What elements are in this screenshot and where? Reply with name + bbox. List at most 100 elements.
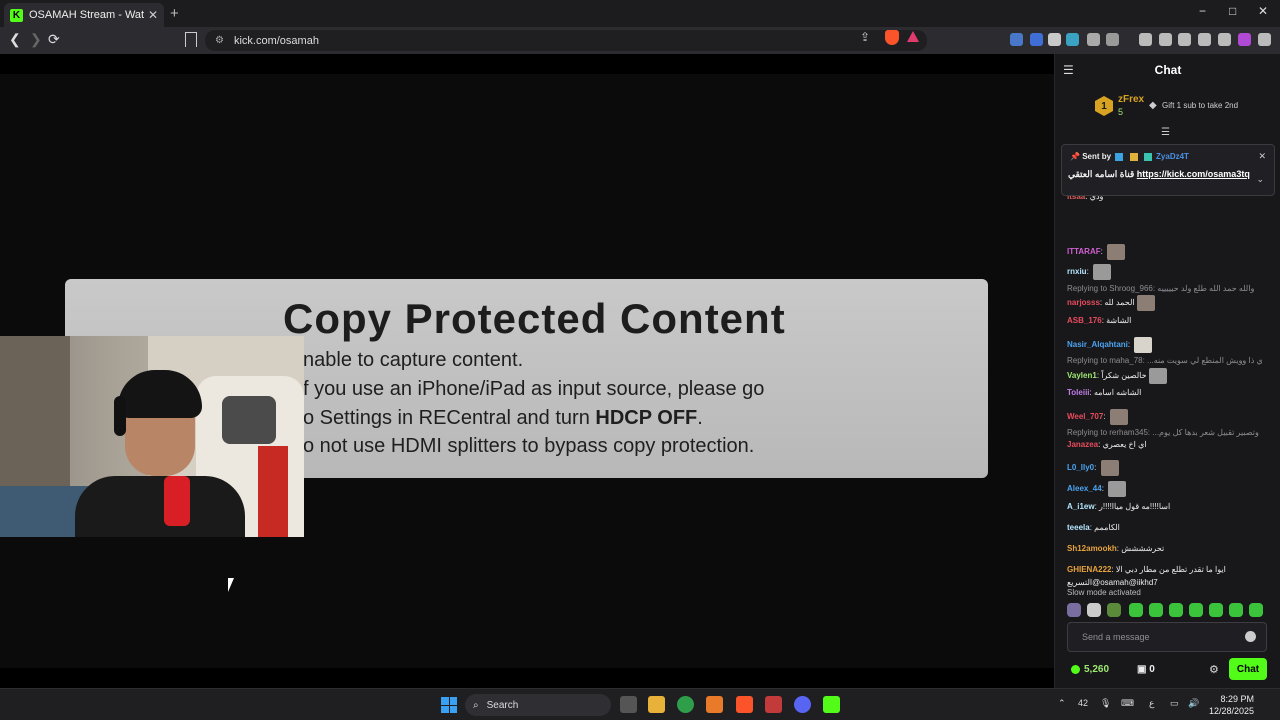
message-input[interactable]: Send a message [1067, 622, 1267, 652]
pinned-link[interactable]: https://kick.com/osama3tq [1137, 169, 1250, 179]
send-chat-button[interactable]: Chat [1229, 658, 1267, 680]
emote-icon[interactable] [1209, 603, 1223, 617]
emote-icon[interactable] [1087, 603, 1101, 617]
screenshot-icon[interactable] [1106, 33, 1119, 46]
chat-title: Chat [1154, 63, 1182, 77]
sub-count[interactable]: ▣ 0 [1137, 664, 1155, 675]
chat-username[interactable]: Sh12amookh [1067, 544, 1117, 553]
chat-username[interactable]: ITTARAF [1067, 247, 1101, 256]
chat-username[interactable]: narjosss [1067, 298, 1100, 307]
pinned-message[interactable]: 📌 Sent by ZyaDz4T قناة اسامه العتقي http… [1061, 144, 1275, 196]
emote-icon [1100, 460, 1119, 476]
emote-icon[interactable] [1169, 603, 1183, 617]
password-manager-icon[interactable] [1030, 33, 1043, 46]
file-explorer-icon[interactable] [648, 696, 665, 713]
media-icon[interactable] [1139, 33, 1152, 46]
clock-time: 8:29 PM [1220, 694, 1254, 704]
hdcp-line-3-end: . [697, 407, 703, 429]
chat-username[interactable]: GHIENA222 [1067, 565, 1111, 574]
chat-settings-icon[interactable]: ⚙ [1209, 663, 1219, 676]
video-player[interactable]: Copy Protected Content nable to capture … [0, 54, 1054, 688]
chat-username[interactable]: Nasir_Alqahtani [1067, 340, 1128, 349]
chat-message: teeela: الكاممم [1067, 523, 1277, 532]
leo-ai-icon[interactable] [1198, 33, 1211, 46]
emote-icon[interactable] [1129, 603, 1143, 617]
chat-username[interactable]: ASB_176 [1067, 316, 1102, 325]
chat-text: ايوا ما تقدر تطلع من مطار دبي الا [1115, 565, 1226, 574]
chat-username[interactable]: Vaylen1 [1067, 371, 1097, 380]
extensions-puzzle-icon[interactable] [1087, 33, 1100, 46]
shield-extension-icon[interactable] [1048, 33, 1061, 46]
address-bar[interactable]: ⚙ kick.com/osamah [205, 30, 927, 51]
emote-icon[interactable] [1189, 603, 1203, 617]
discord-icon[interactable] [794, 696, 811, 713]
emote-icon[interactable] [1107, 603, 1121, 617]
chat-separator: : [1101, 484, 1107, 494]
clock[interactable]: 8:29 PM 12/28/2025 [1208, 693, 1254, 717]
back-icon[interactable]: ❮ [9, 31, 21, 48]
channel-points[interactable]: 5,260 [1071, 664, 1109, 675]
tray-count[interactable]: 42 [1078, 698, 1088, 708]
chat-message: L0_lly0: [1067, 460, 1277, 476]
chat-username[interactable]: Toleiii [1067, 388, 1090, 397]
hdcp-line-4: o not use HDMI splitters to bypass copy … [303, 435, 755, 457]
chevron-down-icon[interactable]: ⌄ [1256, 174, 1264, 185]
extension-icon[interactable] [1010, 33, 1023, 46]
hdcp-off-text: HDCP OFF [595, 407, 698, 429]
emote-icon[interactable] [1249, 603, 1263, 617]
brave-rewards-icon[interactable] [907, 31, 919, 42]
keyboard-icon[interactable]: ⌨ [1121, 698, 1134, 709]
gift-prompt: Gift 1 sub to take 2nd [1162, 101, 1239, 110]
tab-title: OSAMAH Stream - Watch Live [29, 9, 144, 21]
tray-expand-icon[interactable]: ⌃ [1058, 698, 1066, 709]
close-window-button[interactable]: ✕ [1258, 4, 1268, 18]
chat-username[interactable]: Weel_707 [1067, 412, 1103, 421]
chat-messages: itsaa: ودي ITTARAF: rnxiu: Replying to Sh… [1055, 134, 1280, 594]
minimize-button[interactable]: − [1199, 4, 1206, 18]
brave-browser-icon[interactable] [736, 696, 753, 713]
chat-username[interactable]: A_i1ew [1067, 502, 1095, 511]
kick-app-icon[interactable] [823, 696, 840, 713]
tab-close-icon[interactable]: ✕ [148, 8, 158, 22]
bookmark-icon[interactable] [185, 32, 197, 47]
vpn-icon[interactable] [1218, 33, 1231, 46]
chat-message: ITTARAF: [1067, 244, 1277, 260]
mic-icon[interactable]: 🎙 [1100, 698, 1111, 709]
forward-icon[interactable]: ❯ [30, 31, 42, 48]
chat-username[interactable]: L0_lly0 [1067, 463, 1094, 472]
maximize-button[interactable]: □ [1229, 4, 1236, 18]
gift-leaderboard[interactable]: 1 zFrex 5 ◆ Gift 1 sub to take 2nd [1055, 86, 1280, 126]
menu-icon[interactable] [1258, 33, 1271, 46]
site-info-icon[interactable]: ⚙ [215, 35, 224, 46]
app-icon[interactable] [706, 696, 723, 713]
pinned-user[interactable]: ZyaDz4T [1156, 152, 1189, 161]
chat-username[interactable]: rnxiu [1067, 267, 1087, 276]
volume-icon[interactable]: 🔊 [1188, 698, 1199, 709]
network-icon[interactable]: ▭ [1170, 698, 1179, 709]
wallet-icon[interactable] [1178, 33, 1191, 46]
emoji-icon[interactable] [1245, 631, 1256, 642]
emote-icon[interactable] [1067, 603, 1081, 617]
chrome-icon[interactable] [677, 696, 694, 713]
sidebar-icon[interactable] [1159, 33, 1172, 46]
language-indicator[interactable]: ع [1149, 698, 1154, 709]
task-view-icon[interactable] [620, 696, 637, 713]
emote-icon[interactable] [1149, 603, 1163, 617]
app-icon[interactable] [765, 696, 782, 713]
new-tab-button[interactable]: + [170, 5, 179, 22]
chat-username[interactable]: Aleex_44 [1067, 484, 1102, 493]
taskbar-search[interactable]: ⌕ Search [465, 694, 611, 716]
chat-username[interactable]: teeela [1067, 523, 1090, 532]
reload-icon[interactable]: ⟳ [48, 31, 60, 48]
chat-separator: : [1086, 267, 1092, 277]
emote-icon[interactable] [1229, 603, 1243, 617]
profile-icon[interactable] [1238, 33, 1251, 46]
copy-protected-title: Copy Protected Content [283, 295, 786, 342]
chat-message: GHIENA222: ايوا ما تقدر تطلع من مطار دبي… [1067, 565, 1277, 574]
brave-shields-icon[interactable] [885, 30, 899, 45]
unpin-icon[interactable]: ✕ [1258, 151, 1266, 162]
chat-username[interactable]: Janazea [1067, 440, 1098, 449]
windows-start-icon[interactable] [441, 697, 457, 713]
browser-tab[interactable]: K OSAMAH Stream - Watch Live ✕ [4, 3, 164, 27]
globe-extension-icon[interactable] [1066, 33, 1079, 46]
